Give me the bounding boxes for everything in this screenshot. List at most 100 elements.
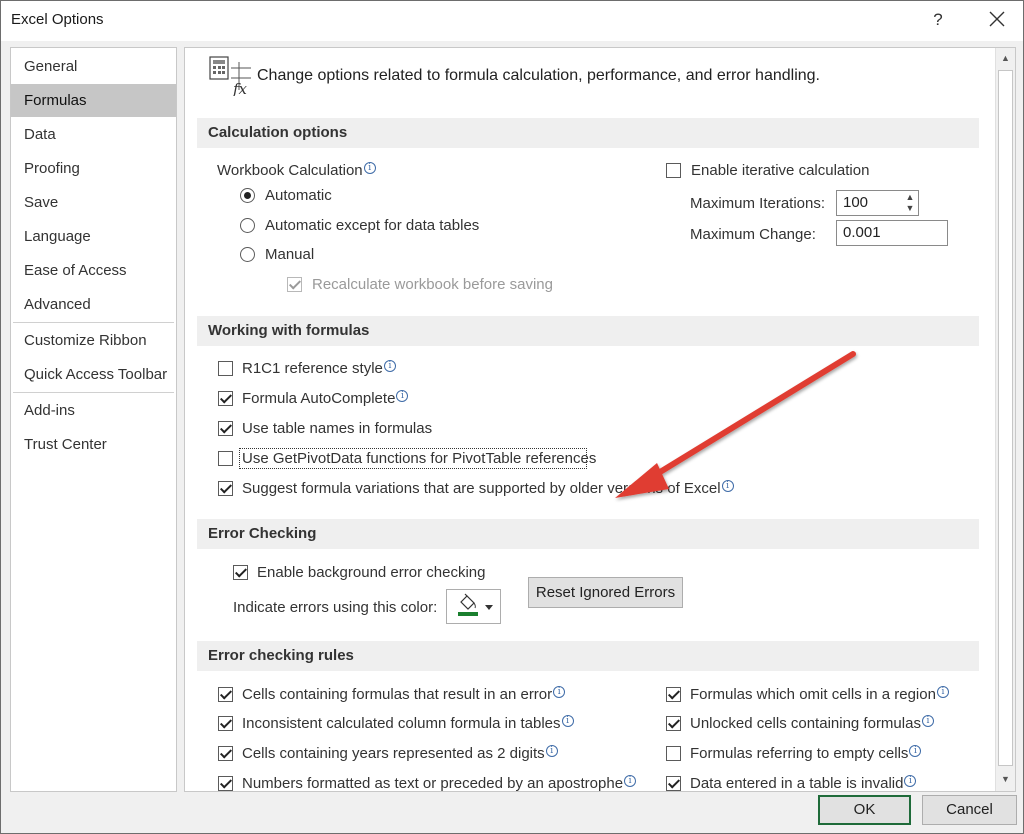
sidebar-divider [13, 322, 174, 323]
info-icon: i [922, 715, 934, 727]
sidebar-item-customize-ribbon[interactable]: Customize Ribbon [11, 324, 176, 357]
sidebar-item-add-ins[interactable]: Add-ins [11, 394, 176, 427]
info-icon: i [937, 686, 949, 698]
formula-autocomplete-label[interactable]: Formula AutoCompletei [242, 390, 408, 407]
info-icon: i [384, 360, 396, 372]
options-sidebar: General Formulas Data Proofing Save Lang… [10, 47, 177, 792]
radio-automatic-except-tables[interactable] [240, 218, 255, 233]
sidebar-item-label: Ease of Access [24, 262, 127, 279]
sidebar-divider [13, 392, 174, 393]
error-color-picker[interactable] [446, 589, 501, 624]
rule-numbers-as-text-label[interactable]: Numbers formatted as text or preceded by… [242, 775, 636, 792]
max-change-input[interactable]: 0.001 [836, 220, 948, 246]
background-error-checking-checkbox[interactable] [233, 565, 248, 580]
rule-two-digit-years-label[interactable]: Cells containing years represented as 2 … [242, 745, 558, 762]
rule-formula-error-text: Cells containing formulas that result in… [242, 686, 552, 703]
suggest-formula-variations-checkbox[interactable] [218, 481, 233, 496]
scroll-down-icon[interactable]: ▼ [996, 769, 1015, 789]
scroll-up-icon[interactable]: ▲ [996, 48, 1015, 68]
sidebar-item-label: Formulas [24, 92, 87, 109]
rule-omit-cells-text: Formulas which omit cells in a region [690, 686, 936, 703]
recalculate-before-saving-label: Recalculate workbook before saving [312, 276, 553, 293]
info-icon: i [396, 390, 408, 402]
rule-unlocked-cells-checkbox[interactable] [666, 716, 681, 731]
sidebar-item-ease-of-access[interactable]: Ease of Access [11, 254, 176, 287]
spin-buttons-icon[interactable]: ▲▼ [904, 192, 916, 214]
r1c1-reference-label[interactable]: R1C1 reference stylei [242, 360, 396, 377]
sidebar-item-label: Customize Ribbon [24, 332, 147, 349]
rule-two-digit-years-checkbox[interactable] [218, 746, 233, 761]
sidebar-item-label: Add-ins [24, 402, 75, 419]
rule-invalid-table-data-text: Data entered in a table is invalid [690, 775, 903, 792]
table-names-checkbox[interactable] [218, 421, 233, 436]
rule-omit-cells-label[interactable]: Formulas which omit cells in a regioni [690, 686, 949, 703]
recalculate-before-saving-checkbox[interactable] [287, 277, 302, 292]
info-icon: i [364, 162, 376, 174]
cancel-button[interactable]: Cancel [922, 795, 1017, 825]
rule-formula-error-label[interactable]: Cells containing formulas that result in… [242, 686, 565, 703]
rule-two-digit-years-text: Cells containing years represented as 2 … [242, 745, 545, 762]
indicate-errors-label: Indicate errors using this color: [233, 599, 437, 616]
sidebar-item-advanced[interactable]: Advanced [11, 288, 176, 321]
window-title: Excel Options [11, 11, 104, 28]
r1c1-reference-checkbox[interactable] [218, 361, 233, 376]
formula-autocomplete-checkbox[interactable] [218, 391, 233, 406]
rule-numbers-as-text-text: Numbers formatted as text or preceded by… [242, 775, 623, 792]
sidebar-item-formulas[interactable]: Formulas [11, 84, 176, 117]
svg-text:fx: fx [232, 80, 248, 96]
info-icon: i [562, 715, 574, 727]
sidebar-item-quick-access-toolbar[interactable]: Quick Access Toolbar [11, 358, 176, 391]
sidebar-item-label: Data [24, 126, 56, 143]
section-header-error-checking-rules: Error checking rules [197, 641, 979, 671]
max-iterations-value: 100 [843, 194, 868, 211]
info-icon: i [909, 745, 921, 757]
max-iterations-input[interactable]: 100 ▲▼ [836, 190, 919, 216]
rule-empty-cells-checkbox[interactable] [666, 746, 681, 761]
radio-manual[interactable] [240, 247, 255, 262]
rule-inconsistent-column-checkbox[interactable] [218, 716, 233, 731]
rule-invalid-table-data-checkbox[interactable] [666, 776, 681, 791]
scrollbar-thumb[interactable] [998, 70, 1013, 766]
radio-manual-label[interactable]: Manual [265, 246, 314, 263]
max-iterations-label: Maximum Iterations: [690, 195, 825, 212]
formulas-options-panel: fx Change options related to formula cal… [184, 47, 1016, 792]
radio-automatic-label[interactable]: Automatic [265, 187, 332, 204]
sidebar-item-label: General [24, 58, 77, 75]
rule-unlocked-cells-label[interactable]: Unlocked cells containing formulasi [690, 715, 934, 732]
rule-invalid-table-data-label[interactable]: Data entered in a table is invalidi [690, 775, 916, 792]
rule-empty-cells-label[interactable]: Formulas referring to empty cellsi [690, 745, 921, 762]
sidebar-item-label: Proofing [24, 160, 80, 177]
ok-button[interactable]: OK [818, 795, 911, 825]
background-error-checking-label[interactable]: Enable background error checking [257, 564, 485, 581]
getpivotdata-label[interactable]: Use GetPivotData functions for PivotTabl… [242, 450, 596, 467]
r1c1-reference-text: R1C1 reference style [242, 360, 383, 377]
sidebar-item-language[interactable]: Language [11, 220, 176, 253]
sidebar-item-data[interactable]: Data [11, 118, 176, 151]
sidebar-item-trust-center[interactable]: Trust Center [11, 428, 176, 461]
reset-ignored-errors-button[interactable]: Reset Ignored Errors [528, 577, 683, 608]
formula-autocomplete-text: Formula AutoComplete [242, 390, 395, 407]
formula-fx-icon: fx [209, 56, 253, 100]
iterative-calculation-label[interactable]: Enable iterative calculation [691, 162, 869, 179]
help-button[interactable]: ? [925, 7, 951, 33]
iterative-calculation-checkbox[interactable] [666, 163, 681, 178]
sidebar-item-label: Save [24, 194, 58, 211]
radio-automatic[interactable] [240, 188, 255, 203]
rule-inconsistent-column-label[interactable]: Inconsistent calculated column formula i… [242, 715, 574, 732]
radio-automatic-except-tables-label[interactable]: Automatic except for data tables [265, 217, 479, 234]
content-scrollbar[interactable]: ▲ ▼ [995, 48, 1015, 791]
rule-omit-cells-checkbox[interactable] [666, 687, 681, 702]
getpivotdata-checkbox[interactable] [218, 451, 233, 466]
sidebar-item-general[interactable]: General [11, 50, 176, 83]
sidebar-item-proofing[interactable]: Proofing [11, 152, 176, 185]
rule-numbers-as-text-checkbox[interactable] [218, 776, 233, 791]
max-change-value: 0.001 [843, 224, 881, 241]
close-icon[interactable] [983, 5, 1011, 33]
sidebar-item-save[interactable]: Save [11, 186, 176, 219]
sidebar-item-label: Trust Center [24, 436, 107, 453]
rule-formula-error-checkbox[interactable] [218, 687, 233, 702]
rule-empty-cells-text: Formulas referring to empty cells [690, 745, 908, 762]
paint-bucket-icon [447, 590, 500, 623]
table-names-label[interactable]: Use table names in formulas [242, 420, 432, 437]
title-bar: Excel Options ? [1, 1, 1023, 41]
